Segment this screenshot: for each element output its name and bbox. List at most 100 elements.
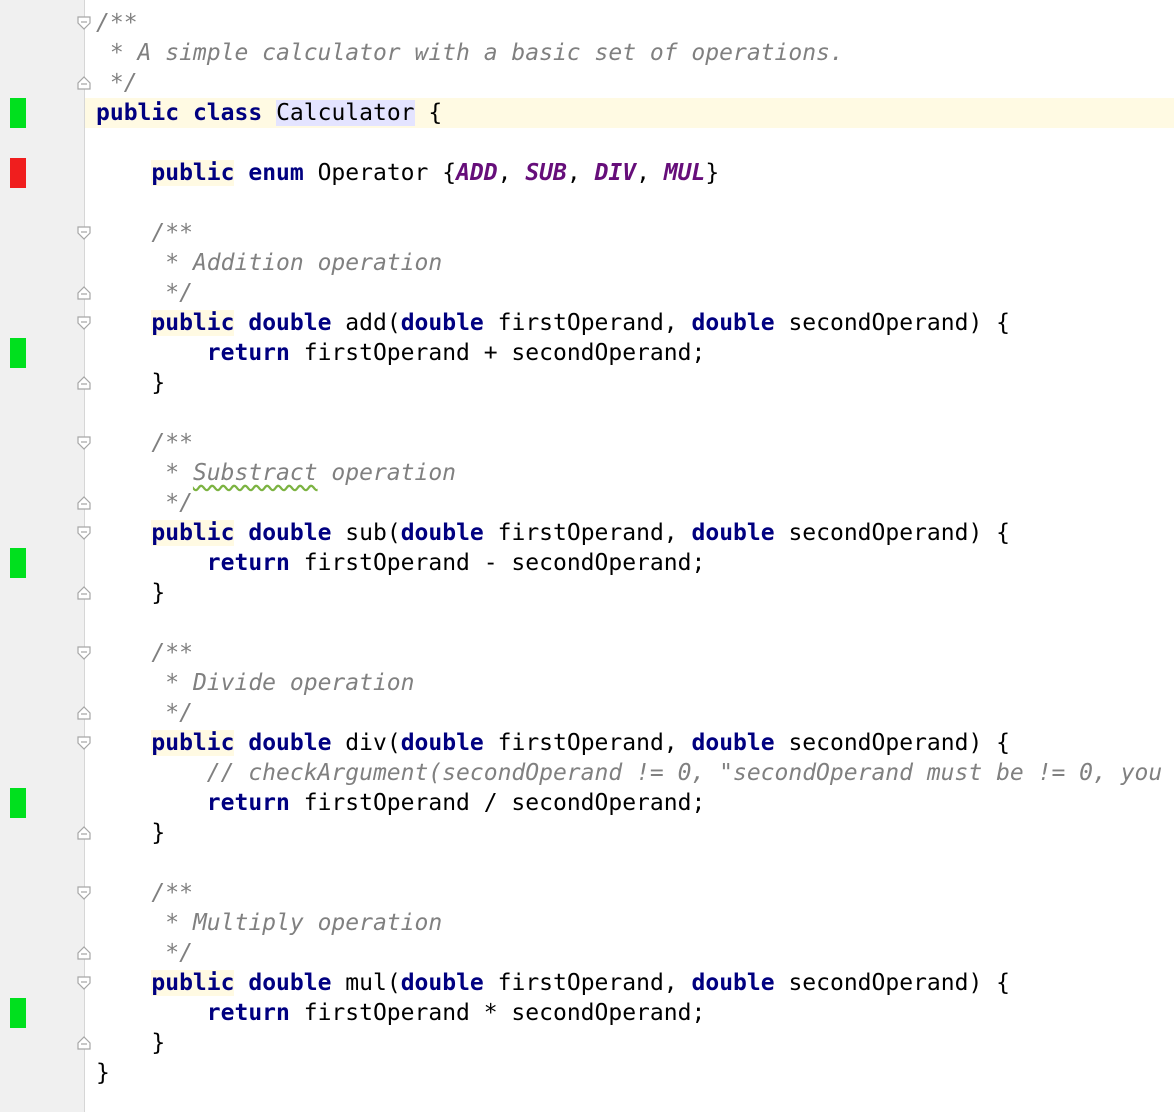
doc-comment-text: operation (303, 910, 443, 936)
fold-collapse-icon[interactable] (77, 16, 91, 30)
code-area[interactable]: /** * A simple calculator with a basic s… (96, 0, 1174, 1112)
doc-comment-close: */ (151, 280, 193, 306)
code-line: } (96, 1058, 110, 1088)
keyword-double: double (400, 310, 484, 336)
doc-comment-text: operation (276, 670, 415, 696)
doc-comment-word: Multiply (192, 910, 304, 936)
code-line: } (96, 368, 165, 398)
fold-collapse-icon[interactable] (77, 436, 91, 450)
code-line: /** (96, 218, 193, 248)
code-line: } (96, 1028, 165, 1058)
fold-collapse-icon[interactable] (77, 976, 91, 990)
enum-name: Operator { (303, 160, 457, 186)
parameter: secondOperand) { (774, 970, 1010, 996)
code-line: */ (96, 698, 193, 728)
fold-collapse-icon[interactable] (77, 886, 91, 900)
close-brace: } (151, 370, 166, 396)
coverage-marker-covered[interactable] (10, 98, 26, 128)
parameter: secondOperand) { (774, 730, 1010, 756)
keyword-public: public (151, 160, 235, 186)
code-line: * A simple calculator with a basic set o… (96, 38, 844, 68)
coverage-marker-uncovered[interactable] (10, 158, 26, 188)
fold-end-icon[interactable] (77, 1036, 91, 1050)
code-line: return firstOperand - secondOperand; (96, 548, 706, 578)
code-line: return firstOperand + secondOperand; (96, 338, 706, 368)
keyword-double: double (248, 730, 332, 756)
method-name: div( (331, 730, 401, 756)
doc-comment-close: */ (151, 700, 193, 726)
coverage-marker-covered[interactable] (10, 338, 26, 368)
fold-end-icon[interactable] (77, 946, 91, 960)
code-line: */ (96, 278, 193, 308)
fold-collapse-icon[interactable] (77, 226, 91, 240)
fold-collapse-icon[interactable] (77, 526, 91, 540)
open-brace: { (414, 100, 443, 126)
code-line: return firstOperand / secondOperand; (96, 788, 706, 818)
doc-comment-open: /** (96, 10, 138, 36)
fold-collapse-icon[interactable] (77, 316, 91, 330)
expression: firstOperand + secondOperand; (289, 340, 706, 366)
method-name: sub( (331, 520, 401, 546)
fold-end-icon[interactable] (77, 496, 91, 510)
fold-collapse-icon[interactable] (77, 646, 91, 660)
code-line: /** (96, 638, 193, 668)
keyword-double: double (400, 730, 484, 756)
code-line-method-div: public double div(double firstOperand, d… (96, 728, 1010, 758)
code-line-method-add: public double add(double firstOperand, d… (96, 308, 1010, 338)
code-editor[interactable]: /** * A simple calculator with a basic s… (0, 0, 1174, 1112)
doc-comment-word: Divide (192, 670, 277, 696)
close-brace: } (705, 160, 720, 186)
fold-end-icon[interactable] (77, 826, 91, 840)
code-line: */ (96, 68, 138, 98)
keyword-double: double (400, 520, 484, 546)
enum-constant: ADD (456, 160, 498, 186)
coverage-marker-covered[interactable] (10, 998, 26, 1028)
close-brace: } (151, 820, 166, 846)
doc-comment-close: */ (151, 490, 193, 516)
keyword-public: public (96, 100, 180, 126)
keyword-public: public (151, 310, 235, 336)
fold-collapse-icon[interactable] (77, 736, 91, 750)
fold-end-icon[interactable] (77, 286, 91, 300)
keyword-double: double (691, 310, 775, 336)
keyword-double: double (400, 970, 484, 996)
expression: firstOperand / secondOperand; (289, 790, 706, 816)
doc-comment-open: /** (151, 880, 193, 906)
coverage-marker-covered[interactable] (10, 788, 26, 818)
keyword-double: double (691, 970, 775, 996)
keyword-public: public (151, 520, 235, 546)
fold-end-icon[interactable] (77, 706, 91, 720)
parameter: firstOperand, (483, 520, 692, 546)
expression: firstOperand * secondOperand; (289, 1000, 706, 1026)
parameter: secondOperand) { (774, 520, 1010, 546)
parameter: firstOperand, (483, 730, 692, 756)
doc-comment-open: /** (151, 430, 193, 456)
fold-end-icon[interactable] (77, 586, 91, 600)
doc-comment-close: */ (151, 940, 193, 966)
code-line: */ (96, 938, 193, 968)
code-line-method-mul: public double mul(double firstOperand, d… (96, 968, 1010, 998)
enum-constant: DIV (594, 160, 637, 186)
code-line: /** (96, 428, 193, 458)
fold-end-icon[interactable] (77, 376, 91, 390)
code-line: return firstOperand * secondOperand; (96, 998, 706, 1028)
coverage-marker-covered[interactable] (10, 548, 26, 578)
class-close-brace: } (96, 1060, 110, 1086)
doc-comment-text: operation (317, 460, 457, 486)
code-line: * Addition operation (96, 248, 442, 278)
keyword-double: double (248, 310, 332, 336)
keyword-double: double (691, 730, 775, 756)
code-line: */ (96, 488, 193, 518)
doc-comment-close: */ (96, 70, 138, 96)
fold-end-icon[interactable] (77, 76, 91, 90)
parameter: firstOperand, (483, 310, 692, 336)
code-line: * Divide operation (96, 668, 415, 698)
keyword-enum: enum (248, 160, 304, 186)
code-line-class-declaration: public class Calculator { (96, 98, 442, 128)
code-line: } (96, 818, 165, 848)
keyword-double: double (248, 970, 332, 996)
code-line: * Substract operation (96, 458, 456, 488)
doc-comment-text: operation (303, 250, 443, 276)
keyword-return: return (206, 790, 290, 816)
doc-comment-open: /** (151, 640, 193, 666)
